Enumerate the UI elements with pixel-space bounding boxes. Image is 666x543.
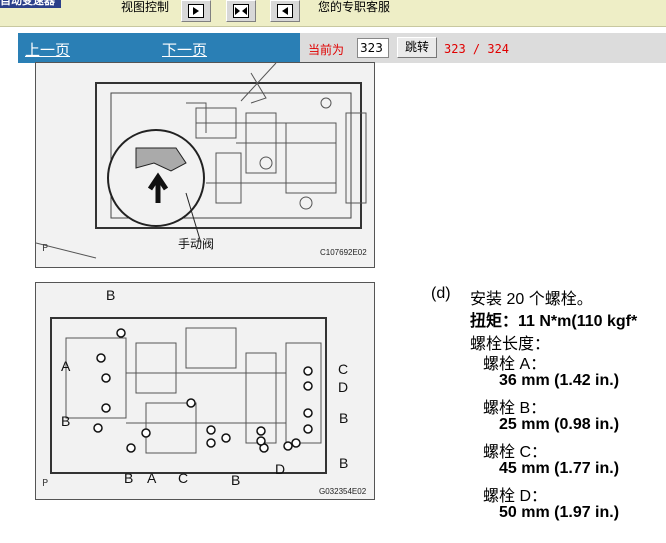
manual-valve-label: 手动阀 [178, 237, 215, 251]
figure-code: G032354E02 [319, 487, 367, 496]
callout-d-right: D [338, 379, 349, 395]
arrow-left-icon [277, 4, 293, 18]
page-navigation-bar: 上一页 下一页 当前为 跳转 323 / 324 [18, 33, 666, 63]
step-label: (d) [431, 285, 451, 302]
bolt-b-value: 25 mm (0.98 in.) [499, 416, 620, 433]
page-count: 323 / 324 [444, 42, 510, 56]
callout-d-mid: D [275, 461, 286, 477]
bolt-location-drawing [50, 317, 327, 474]
callout-c-bottom: C [178, 470, 189, 486]
page-jump-panel: 当前为 跳转 323 / 324 [300, 33, 666, 63]
jump-button[interactable]: 跳转 [397, 37, 437, 58]
current-page-label: 当前为 [308, 43, 345, 57]
next-page-link[interactable]: 下一页 [162, 39, 207, 60]
arrow-right-icon [188, 4, 204, 18]
figure-corner-label: P [42, 243, 49, 254]
figure-corner-label: P [42, 478, 49, 489]
valve-body-figure-top: 手动阀 P C107692E02 [35, 62, 375, 268]
bolt-c-label: 螺栓 C： [483, 444, 548, 461]
fit-view-button[interactable] [226, 0, 256, 22]
callout-a-left: A [61, 358, 71, 374]
callout-b-top: B [106, 287, 116, 303]
bolt-c-value: 45 mm (1.77 in.) [499, 460, 620, 477]
bolt-b-label: 螺栓 B： [483, 400, 547, 417]
callout-b-right-2: B [339, 455, 349, 471]
callout-b-left: B [61, 413, 71, 429]
prev-view-button[interactable] [270, 0, 300, 22]
bolt-d-label: 螺栓 D： [483, 488, 548, 505]
callout-b-mid: B [231, 472, 241, 488]
top-toolbar: 自动变速器 视图控制 您的专职客服 [0, 0, 666, 27]
step-title: 安装 20 个螺栓。 [470, 291, 593, 308]
service-text: 您的专职客服 [318, 0, 391, 14]
next-view-button[interactable] [181, 0, 211, 22]
bolt-d-value: 50 mm (1.97 in.) [499, 504, 620, 521]
callout-b-bottom: B [124, 470, 134, 486]
bolt-a-label: 螺栓 A： [483, 356, 547, 373]
page-number-input[interactable] [357, 38, 389, 58]
callout-a-bottom: A [147, 470, 157, 486]
figure-code: C107692E02 [320, 248, 367, 257]
bolt-a-value: 36 mm (1.42 in.) [499, 372, 620, 389]
callout-b-right-1: B [339, 410, 349, 426]
callout-c-right: C [338, 361, 349, 377]
torque-spec: 扭矩：11 N*m(110 kgf* [470, 313, 638, 330]
prev-page-link[interactable]: 上一页 [25, 39, 70, 60]
valve-body-figure-bottom: B A B B A C B D C D B B P G032354E02 [35, 282, 375, 500]
arrows-inward-icon [233, 4, 249, 18]
view-control-label: 视图控制 [121, 0, 170, 14]
app-title: 自动变速器 [0, 0, 61, 8]
